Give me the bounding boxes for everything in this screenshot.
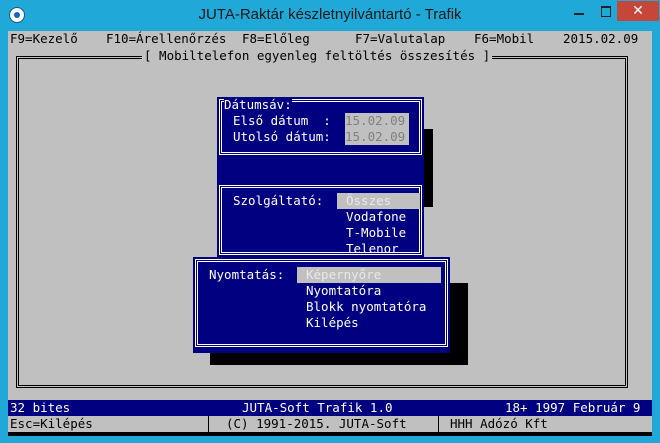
status-bits: 32 bites <box>10 400 71 415</box>
app-window: JUTA-Raktár készletnyilvántartó - Trafik… <box>0 0 660 443</box>
print-option-printer[interactable]: Nyomtatóra <box>306 283 381 299</box>
provider-label: Szolgáltató: <box>233 193 324 208</box>
menu-item-kezelo[interactable]: F9=Kezelő <box>10 31 78 47</box>
menu-item-arellenorzes[interactable]: F10=Árellenőrzés <box>106 31 226 47</box>
print-panel-shadow-right <box>450 283 468 365</box>
provider-panel: Szolgáltató: Összes Vodafone T-Mobile Te… <box>217 167 424 265</box>
provider-option-tmobile[interactable]: T-Mobile <box>346 225 406 241</box>
status-exit-hint: Esc=Kilépés <box>10 416 93 431</box>
menu-date: 2015.02.09 <box>563 31 639 46</box>
print-label: Nyomtatás: <box>209 267 285 282</box>
provider-option-vodafone[interactable]: Vodafone <box>346 209 406 225</box>
status-company: HHH Adózó Kft <box>450 416 548 431</box>
maximize-button[interactable] <box>593 1 619 21</box>
print-option-screen[interactable]: Képernyőre <box>297 267 441 283</box>
last-date-label: Utolsó dátum: <box>233 129 331 144</box>
window-title: JUTA-Raktár készletnyilvántartó - Trafik <box>198 6 462 23</box>
status-bar-info: 32 bites JUTA-Soft Trafik 1.0 18+ 1997 F… <box>8 400 652 416</box>
menu-item-valutalap[interactable]: F7=Valutalap <box>355 31 445 47</box>
console-area: F9=Kezelő F10=Árellenőrzés F8=Előleg F7=… <box>8 31 652 436</box>
function-key-bar: F9=Kezelő F10=Árellenőrzés F8=Előleg F7=… <box>8 31 652 47</box>
close-button[interactable]: ✕ <box>617 1 659 21</box>
print-panel: Nyomtatás: Képernyőre Nyomtatóra Blokk n… <box>193 257 450 353</box>
status-date: 18+ 1997 Február 9 <box>505 400 641 415</box>
date-range-title: Dátumsáv: <box>224 97 292 113</box>
status-product: JUTA-Soft Trafik 1.0 <box>242 400 393 415</box>
print-option-block-printer[interactable]: Blokk nyomtatóra <box>306 299 426 315</box>
status-copyright: (C) 1991-2015. JUTA-Soft <box>226 416 407 431</box>
menu-item-eloleg[interactable]: F8=Előleg <box>242 31 310 47</box>
frame-title: [ Mobiltelefon egyenleg feltöltés összes… <box>142 48 493 63</box>
status-divider <box>438 416 439 432</box>
minimize-button[interactable] <box>566 1 592 21</box>
print-option-exit[interactable]: Kilépés <box>306 315 359 331</box>
provider-option-osszes[interactable]: Összes <box>337 193 420 209</box>
date-range-panel: Dátumsáv: Első dátum : 15.02.09 Utolsó d… <box>217 97 424 167</box>
title-bar: JUTA-Raktár készletnyilvántartó - Trafik… <box>0 0 660 30</box>
menu-item-mobil[interactable]: F6=Mobil <box>474 31 534 47</box>
provider-option-telenor[interactable]: Telenor <box>346 241 399 257</box>
status-divider <box>208 416 209 432</box>
status-bar-keys: Esc=Kilépés (C) 1991-2015. JUTA-Soft HHH… <box>8 416 652 432</box>
last-date-field[interactable]: 15.02.09 <box>345 129 409 145</box>
first-date-label: Első dátum : <box>233 113 331 128</box>
work-area: [ Mobiltelefon egyenleg feltöltés összes… <box>8 47 652 400</box>
first-date-field[interactable]: 15.02.09 <box>345 113 409 129</box>
